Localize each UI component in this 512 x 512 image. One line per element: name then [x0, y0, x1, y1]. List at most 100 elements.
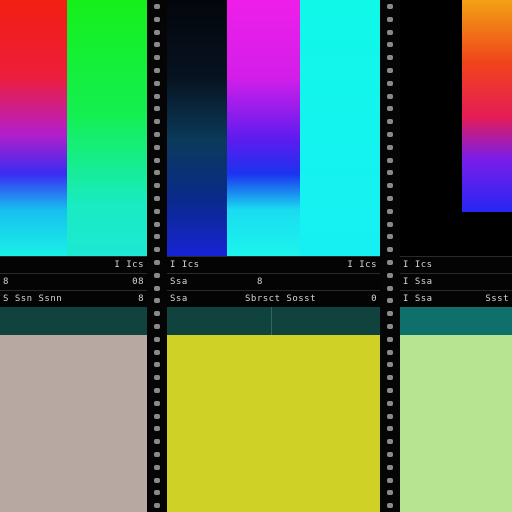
middle-info-row-2: Ssa 8 — [167, 273, 380, 291]
sprocket-hole — [154, 336, 160, 342]
sprocket-hole — [387, 439, 393, 445]
sprocket-hole — [387, 490, 393, 496]
sprocket-hole — [387, 93, 393, 99]
sprocket-hole — [154, 388, 160, 393]
sprocket-hole — [154, 196, 160, 201]
sprocket-hole — [387, 375, 393, 381]
middle-magenta-field — [227, 0, 300, 256]
sprocket-hole — [387, 298, 393, 304]
sprocket-hole — [154, 208, 160, 214]
sprocket-hole — [154, 298, 160, 304]
middle-info-row-3-left: Ssa — [170, 294, 188, 304]
sprocket-hole — [154, 375, 160, 381]
left-info-row-2-right: 08 — [132, 277, 144, 287]
middle-cyan-field — [300, 0, 380, 256]
middle-info-row-1: I Ics I Ics — [167, 256, 380, 274]
sprocket-hole — [387, 234, 393, 240]
sprocket-hole — [154, 157, 160, 163]
sprocket-hole — [154, 247, 160, 253]
middle-info-row-2-left: Ssa — [170, 277, 188, 287]
left-info-row-3-left: S Ssn Ssnn — [3, 294, 63, 304]
sprocket-hole — [154, 439, 160, 445]
right-info-row-2-left: I Ssa — [403, 277, 433, 287]
sprocket-hole — [387, 80, 393, 86]
film-sprocket-strip-right — [380, 0, 400, 512]
sprocket-hole — [154, 426, 160, 432]
sprocket-hole — [154, 4, 160, 9]
middle-info-row-3-center: Sbrsct Sosst — [245, 294, 317, 304]
left-info-row-1: I Ics — [0, 256, 147, 274]
middle-info-row-1-right: I Ics — [347, 260, 377, 270]
sprocket-hole — [154, 464, 160, 470]
sprocket-hole — [154, 311, 160, 317]
sprocket-hole — [387, 247, 393, 253]
right-black-field — [400, 0, 462, 256]
screen: I Ics 8 08 S Ssn Ssnn 8 I Ics I Ics Ssa … — [0, 0, 512, 512]
sprocket-hole — [154, 132, 160, 137]
sprocket-hole — [387, 336, 393, 342]
left-swatch — [0, 335, 147, 512]
sprocket-hole — [387, 413, 393, 419]
right-teal-band — [400, 307, 512, 335]
middle-dark-gradient-field — [167, 0, 227, 256]
sprocket-hole — [387, 388, 393, 393]
sprocket-hole — [387, 119, 393, 125]
sprocket-hole — [387, 42, 393, 48]
sprocket-hole — [387, 285, 393, 291]
sprocket-hole — [387, 4, 393, 9]
sprocket-hole — [387, 503, 393, 509]
sprocket-hole — [387, 106, 393, 112]
right-info-row-3-left: I Ssa — [403, 294, 433, 304]
sprocket-hole — [387, 55, 393, 61]
sprocket-hole — [154, 362, 160, 368]
right-black-gap — [462, 212, 512, 256]
film-sprocket-strip-left — [147, 0, 167, 512]
sprocket-hole — [154, 68, 160, 73]
sprocket-hole — [154, 234, 160, 240]
sprocket-hole — [387, 324, 393, 329]
left-info-row-2-left: 8 — [3, 277, 9, 287]
sprocket-hole — [154, 144, 160, 150]
sprocket-hole — [387, 196, 393, 201]
sprocket-hole — [387, 477, 393, 483]
sprocket-hole — [154, 93, 160, 99]
sprocket-hole — [387, 400, 393, 406]
sprocket-hole — [154, 490, 160, 496]
sprocket-hole — [154, 183, 160, 189]
middle-info-row-3-right: 0 — [371, 294, 377, 304]
sprocket-hole — [154, 170, 160, 176]
sprocket-hole — [387, 464, 393, 470]
sprocket-hole — [387, 272, 393, 278]
sprocket-hole — [154, 106, 160, 112]
sprocket-hole — [387, 362, 393, 368]
sprocket-hole — [154, 452, 160, 457]
middle-teal-band — [167, 307, 380, 335]
sprocket-hole — [154, 42, 160, 48]
sprocket-hole — [387, 311, 393, 317]
sprocket-hole — [387, 221, 393, 227]
right-info-row-2: I Ssa — [400, 273, 512, 291]
middle-swatch — [167, 335, 380, 512]
sprocket-hole — [154, 16, 160, 22]
sprocket-hole — [154, 477, 160, 483]
sprocket-hole — [154, 272, 160, 278]
sprocket-hole — [154, 349, 160, 355]
sprocket-hole — [387, 170, 393, 176]
right-info-row-3-right: Ssst — [485, 294, 509, 304]
middle-teal-divider — [271, 307, 272, 335]
sprocket-hole — [154, 29, 160, 35]
sprocket-hole — [387, 157, 393, 163]
right-info-row-3: I Ssa Ssst — [400, 290, 512, 308]
sprocket-hole — [387, 260, 393, 265]
sprocket-hole — [154, 413, 160, 419]
left-info-row-3-right: 8 — [138, 294, 144, 304]
left-spectrum-field — [0, 0, 67, 256]
left-info-row-2: 8 08 — [0, 273, 147, 291]
left-green-field — [67, 0, 147, 256]
left-info-row-3: S Ssn Ssnn 8 — [0, 290, 147, 308]
middle-info-row-2-center: 8 — [257, 277, 263, 287]
middle-info-row-3: Ssa Sbrsct Sosst 0 — [167, 290, 380, 308]
right-info-row-1: I Ics — [400, 256, 512, 274]
sprocket-hole — [154, 285, 160, 291]
right-swatch — [400, 335, 512, 512]
